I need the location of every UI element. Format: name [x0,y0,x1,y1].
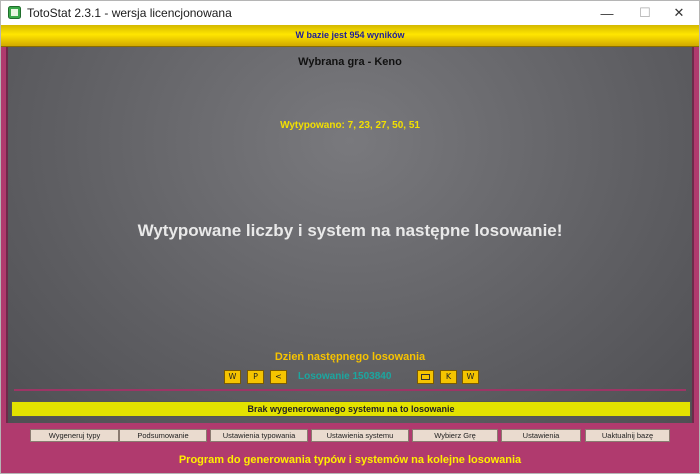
next-draw-label: Dzień następnego losowania [274,351,426,363]
window-title: TotoStat 2.3.1 - wersja licencjonowana [27,6,232,20]
update-database-button[interactable]: Uaktualnij bazę [585,429,670,442]
selected-game-label: Wybrana gra - Keno [298,56,402,68]
system-status-bar: Brak wygenerowanego systemu na to losowa… [11,401,691,417]
calendar-icon [421,374,430,380]
system-settings-button[interactable]: Ustawienia systemu [311,429,409,442]
app-window: TotoStat 2.3.1 - wersja licencjonowana —… [0,0,700,474]
choose-game-button[interactable]: Wybierz Grę [412,429,498,442]
typing-settings-button[interactable]: Ustawienia typowania [210,429,308,442]
action-button-bar: Wygeneruj typy Podsumowanie Ustawienia t… [1,426,699,446]
results-count-bar: W bazie jest 954 wyników [1,25,699,47]
picked-numbers: Wytypowano: 7, 23, 27, 50, 51 [280,120,420,131]
app-icon [8,6,21,19]
separator [14,389,686,391]
nav-prev-button[interactable]: < [270,370,287,384]
title-bar[interactable]: TotoStat 2.3.1 - wersja licencjonowana —… [1,1,699,25]
close-button[interactable]: ✕ [659,1,699,25]
nav-w2-button[interactable]: W [462,370,479,384]
calendar-button[interactable] [417,370,434,384]
summary-button[interactable]: Podsumowanie [119,429,207,442]
settings-button[interactable]: Ustawienia [501,429,581,442]
main-panel: Wybrana gra - Keno Wytypowano: 7, 23, 27… [6,47,694,423]
footer-text: Program do generowania typów i systemów … [178,454,522,466]
nav-k-button[interactable]: K [440,370,457,384]
minimize-button[interactable]: — [587,1,627,25]
nav-w-button[interactable]: W [224,370,241,384]
nav-p-button[interactable]: P [247,370,264,384]
generate-types-button[interactable]: Wygeneruj typy [30,429,119,442]
draw-navigation: W P < Losowanie 1503840 K W [8,370,692,386]
draw-number: Losowanie 1503840 [298,371,392,382]
main-heading: Wytypowane liczby i system na następne l… [137,221,563,240]
